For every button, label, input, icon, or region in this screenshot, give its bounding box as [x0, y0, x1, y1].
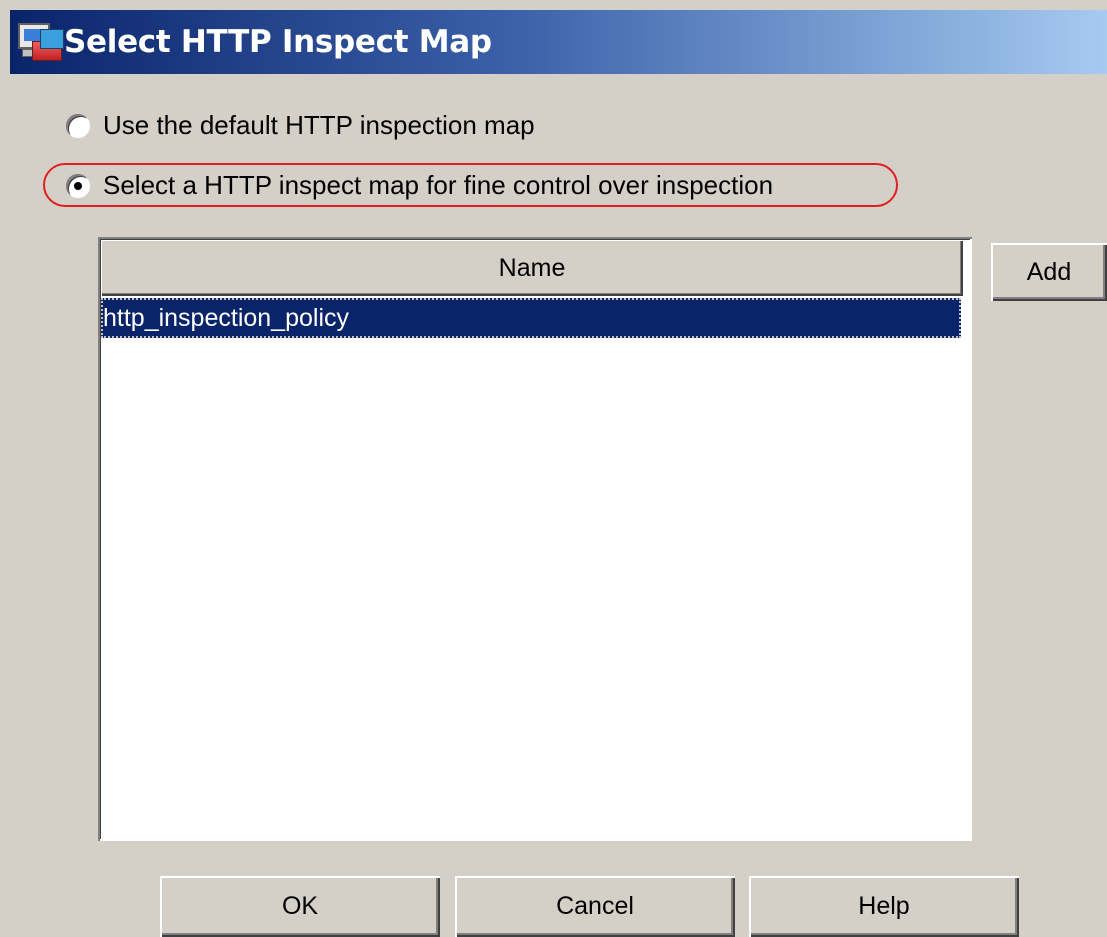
cancel-button[interactable]: Cancel: [455, 876, 735, 937]
radio-default-map[interactable]: Use the default HTTP inspection map: [66, 110, 535, 141]
radio-select-map-label: Select a HTTP inspect map for fine contr…: [103, 170, 774, 200]
radio-button-unchecked[interactable]: [66, 113, 90, 138]
asdm-app-icon: [14, 17, 64, 67]
radio-select-map[interactable]: Select a HTTP inspect map for fine contr…: [66, 170, 773, 201]
select-http-inspect-map-dialog: Select HTTP Inspect Map Use the default …: [0, 0, 1107, 937]
radio-button-checked[interactable]: [66, 173, 90, 198]
title-bar[interactable]: Select HTTP Inspect Map: [10, 10, 1107, 74]
add-button[interactable]: Add: [991, 243, 1107, 301]
inspect-map-table[interactable]: Name http_inspection_policy: [98, 237, 972, 841]
dialog-title: Select HTTP Inspect Map: [64, 24, 492, 60]
radio-default-map-label: Use the default HTTP inspection map: [103, 110, 535, 140]
column-header-name[interactable]: Name: [101, 240, 963, 296]
ok-button[interactable]: OK: [160, 876, 440, 937]
window-edge: [0, 0, 1107, 10]
help-button[interactable]: Help: [749, 876, 1019, 937]
table-row[interactable]: http_inspection_policy: [101, 298, 961, 338]
